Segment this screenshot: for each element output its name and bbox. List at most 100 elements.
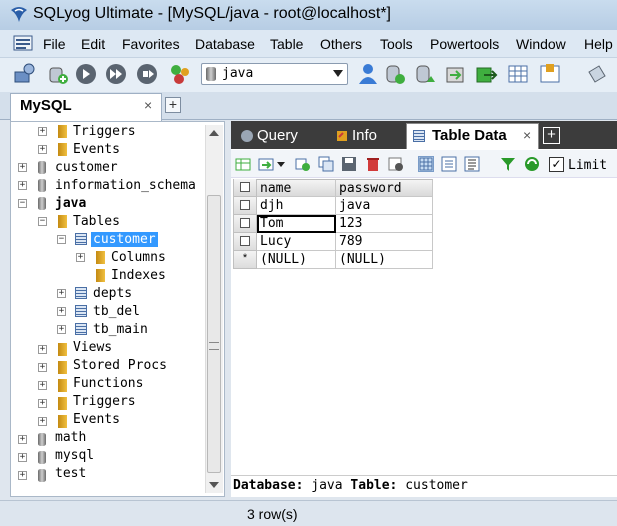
expand-icon[interactable]: + — [38, 399, 47, 408]
user-manager-icon[interactable] — [356, 62, 380, 86]
menu-file[interactable]: File — [43, 36, 66, 52]
collapse-icon[interactable]: − — [38, 217, 47, 226]
stop-query-icon[interactable] — [135, 62, 159, 86]
table-cell[interactable]: Lucy — [257, 233, 336, 251]
close-icon[interactable]: × — [144, 97, 152, 113]
row-header[interactable] — [233, 233, 257, 251]
tree-table-tb-main[interactable]: tb_main — [93, 322, 148, 337]
scroll-down-icon[interactable] — [209, 482, 219, 488]
expand-icon[interactable]: + — [76, 253, 85, 262]
table-cell[interactable]: 789 — [336, 233, 433, 251]
table-cell-new[interactable]: (NULL) — [336, 251, 433, 269]
tree-table-depts[interactable]: depts — [93, 286, 132, 301]
insert-row-icon[interactable] — [235, 156, 251, 172]
tree-db-information-schema[interactable]: information_schema — [55, 178, 196, 193]
tree-item-indexes[interactable]: Indexes — [111, 268, 166, 283]
tree-item-functions[interactable]: Functions — [73, 376, 143, 391]
add-tab-button[interactable]: + — [165, 97, 181, 113]
add-row-icon[interactable] — [295, 156, 311, 172]
tree-table-customer[interactable]: customer — [91, 232, 158, 247]
tree-db-math[interactable]: math — [55, 430, 86, 445]
filter-icon[interactable] — [500, 156, 516, 172]
delete-row-icon[interactable] — [365, 156, 381, 172]
new-row-marker[interactable]: * — [233, 251, 257, 269]
import-rows-icon[interactable] — [258, 156, 274, 172]
close-icon[interactable]: × — [523, 127, 531, 143]
tree-item-tables[interactable]: Tables — [73, 214, 120, 229]
tree-table-tb-del[interactable]: tb_del — [93, 304, 140, 319]
expand-icon[interactable]: + — [18, 435, 27, 444]
execute-query-icon[interactable] — [74, 62, 98, 86]
scroll-thumb[interactable] — [207, 195, 221, 473]
grid-mode-icon[interactable] — [418, 156, 434, 172]
expand-icon[interactable]: + — [38, 127, 47, 136]
expand-icon[interactable]: + — [38, 363, 47, 372]
column-header-password[interactable]: password — [336, 179, 433, 197]
new-connection-icon[interactable] — [12, 62, 36, 86]
text-mode-icon[interactable] — [464, 156, 480, 172]
select-all-header[interactable] — [233, 179, 257, 197]
column-header-name[interactable]: name — [257, 179, 336, 197]
save-icon[interactable] — [341, 156, 357, 172]
tree-item-triggers-top[interactable]: Triggers — [73, 124, 136, 139]
tree-db-java[interactable]: java — [55, 196, 86, 211]
collapse-icon[interactable]: − — [57, 235, 66, 244]
menu-table[interactable]: Table — [270, 36, 303, 52]
scheduled-jobs-icon[interactable] — [538, 62, 562, 86]
refresh-icon[interactable] — [524, 156, 540, 172]
expand-icon[interactable]: + — [57, 289, 66, 298]
notification-icon[interactable] — [584, 62, 608, 86]
export-data-icon[interactable] — [474, 62, 498, 86]
row-checkbox[interactable] — [240, 218, 250, 228]
expand-icon[interactable]: + — [18, 471, 27, 480]
cancel-changes-icon[interactable] — [388, 156, 404, 172]
table-cell-new[interactable]: (NULL) — [257, 251, 336, 269]
tree-item-events-top[interactable]: Events — [73, 142, 120, 157]
row-header[interactable] — [233, 215, 257, 233]
expand-icon[interactable]: + — [38, 345, 47, 354]
tree-item-stored-procs[interactable]: Stored Procs — [73, 358, 167, 373]
tree-item-columns[interactable]: Columns — [111, 250, 166, 265]
tree-item-triggers[interactable]: Triggers — [73, 394, 136, 409]
tree-db-mysql[interactable]: mysql — [55, 448, 94, 463]
row-header[interactable] — [233, 197, 257, 215]
form-mode-icon[interactable] — [441, 156, 457, 172]
chevron-down-icon[interactable] — [277, 162, 285, 167]
expand-icon[interactable]: + — [38, 381, 47, 390]
execute-all-icon[interactable] — [104, 62, 128, 86]
limit-checkbox[interactable]: ✓ — [549, 157, 564, 172]
app-menu-icon[interactable] — [13, 34, 33, 52]
menu-database[interactable]: Database — [195, 36, 255, 52]
menu-favorites[interactable]: Favorites — [122, 36, 180, 52]
menu-edit[interactable]: Edit — [81, 36, 105, 52]
expand-icon[interactable]: + — [57, 325, 66, 334]
grid-view-icon[interactable] — [506, 62, 530, 86]
expand-icon[interactable]: + — [18, 181, 27, 190]
schema-designer-icon[interactable] — [168, 62, 192, 86]
duplicate-row-icon[interactable] — [318, 156, 334, 172]
table-cell[interactable]: java — [336, 197, 433, 215]
expand-icon[interactable]: + — [38, 145, 47, 154]
menu-tools[interactable]: Tools — [380, 36, 413, 52]
row-checkbox[interactable] — [240, 200, 250, 210]
backup-database-icon[interactable] — [383, 62, 407, 86]
expand-icon[interactable]: + — [38, 417, 47, 426]
restore-database-icon[interactable] — [413, 62, 437, 86]
add-connection-icon[interactable] — [46, 62, 70, 86]
menu-others[interactable]: Others — [320, 36, 362, 52]
menu-window[interactable]: Window — [516, 36, 566, 52]
scroll-up-icon[interactable] — [209, 130, 219, 136]
tree-db-test[interactable]: test — [55, 466, 86, 481]
expand-icon[interactable]: + — [57, 307, 66, 316]
tree-item-events[interactable]: Events — [73, 412, 120, 427]
menu-help[interactable]: Help — [584, 36, 613, 52]
add-tab-button[interactable]: + — [543, 127, 560, 144]
tree-db-customer[interactable]: customer — [55, 160, 118, 175]
table-cell[interactable]: 123 — [336, 215, 433, 233]
collapse-icon[interactable]: − — [18, 199, 27, 208]
expand-icon[interactable]: + — [18, 163, 27, 172]
chevron-down-icon[interactable] — [333, 70, 343, 77]
import-data-icon[interactable] — [444, 62, 468, 86]
expand-icon[interactable]: + — [18, 453, 27, 462]
table-cell[interactable]: djh — [257, 197, 336, 215]
